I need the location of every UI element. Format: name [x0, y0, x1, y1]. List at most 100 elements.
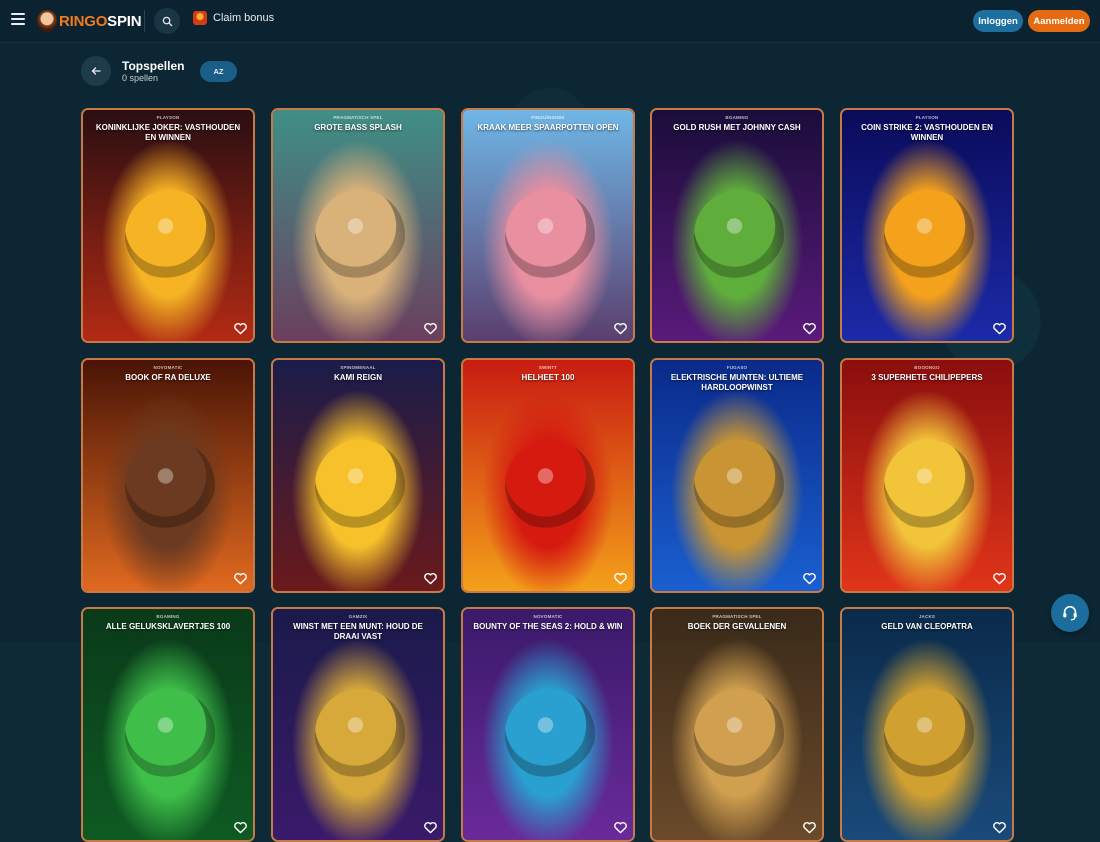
game-card[interactable]: GAMZIX WINST MET EEN MUNT: HOUD DE DRAAI … — [271, 607, 445, 842]
game-card[interactable]: PRAGMATISCH SPEL GROTE BASS SPLASH — [271, 108, 445, 343]
logo-text-ringo: RINGO — [59, 12, 108, 30]
game-card[interactable]: PRAGMATISCH SPEL BOEK DER GEVALLENEN — [650, 607, 824, 842]
favorite-heart-icon[interactable] — [233, 321, 248, 336]
game-card[interactable]: BOOONGO 3 SUPERHETE CHILIPEPERS — [840, 358, 1014, 593]
game-card[interactable]: BGAMING ALLE GELUKSKLAVERTJES 100 — [81, 607, 255, 842]
game-provider: PLAYSON — [915, 115, 939, 120]
game-character-graphic — [315, 440, 405, 530]
game-card[interactable]: NOVOMATIC BOUNTY OF THE SEAS 2: HOLD & WI… — [461, 607, 635, 842]
header-divider — [144, 10, 145, 32]
game-title: 3 SUPERHETE CHILIPEPERS — [871, 373, 983, 382]
game-artwork — [652, 360, 822, 591]
game-provider: GAMZIX — [348, 614, 368, 619]
game-title: BOUNTY OF THE SEAS 2: HOLD & WIN — [473, 622, 623, 631]
game-artwork — [463, 360, 633, 591]
game-provider: PINGUÏNGINIE — [531, 115, 565, 120]
game-provider: BOOONGO — [914, 365, 940, 370]
support-chat-button[interactable] — [1051, 594, 1089, 632]
game-provider: PRAGMATISCH SPEL — [712, 614, 762, 619]
game-title: ELEKTRISCHE MUNTEN: ULTIEME HARDLOOPWINS… — [670, 373, 804, 392]
game-card[interactable]: NOVOMATIC BOOK OF RA DELUXE — [81, 358, 255, 593]
game-title: BOEK DER GEVALLENEN — [687, 622, 787, 631]
game-title: KONINKLIJKE JOKER: VASTHOUDEN EN WINNEN — [95, 123, 241, 142]
game-title: WINST MET EEN MUNT: HOUD DE DRAAI VAST — [293, 622, 423, 641]
game-provider: SPINOMENAAL — [340, 365, 376, 370]
game-title: BOOK OF RA DELUXE — [125, 373, 211, 382]
game-provider: BGAMING — [725, 115, 749, 120]
game-card[interactable]: JACKS GELD VAN CLEOPATRA — [840, 607, 1014, 842]
top-navigation-bar: RINGOSPIN Claim bonus Inloggen Aanmelden — [0, 0, 1100, 42]
game-character-graphic — [694, 689, 784, 779]
game-artwork — [652, 110, 822, 341]
game-artwork — [463, 110, 633, 341]
game-provider: FUGASO — [726, 365, 748, 370]
game-card[interactable]: PLAYSON COIN STRIKE 2: VASTHOUDEN EN WINN… — [840, 108, 1014, 343]
favorite-heart-icon[interactable] — [613, 321, 628, 336]
game-card[interactable]: PINGUÏNGINIE KRAAK MEER SPAARPOTTEN OPEN — [461, 108, 635, 343]
game-title: GELD VAN CLEOPATRA — [881, 622, 973, 631]
game-provider: NOVOMATIC — [153, 365, 183, 370]
game-title: HELHEET 100 — [521, 373, 575, 382]
favorite-heart-icon[interactable] — [233, 820, 248, 835]
game-card[interactable]: FUGASO ELEKTRISCHE MUNTEN: ULTIEME HARDLO… — [650, 358, 824, 593]
search-button[interactable] — [154, 8, 180, 34]
game-character-graphic — [125, 440, 215, 530]
game-artwork — [842, 360, 1012, 591]
claim-bonus-link[interactable]: Claim bonus — [193, 11, 274, 25]
game-character-graphic — [884, 689, 974, 779]
game-character-graphic — [315, 190, 405, 280]
game-character-graphic — [694, 440, 784, 530]
signup-button[interactable]: Aanmelden — [1028, 10, 1090, 32]
favorite-heart-icon[interactable] — [992, 571, 1007, 586]
game-artwork — [273, 110, 443, 341]
game-artwork — [83, 110, 253, 341]
game-character-graphic — [505, 190, 595, 280]
favorite-heart-icon[interactable] — [423, 571, 438, 586]
game-card[interactable]: SPINOMENAAL KAMI REIGN — [271, 358, 445, 593]
favorite-heart-icon[interactable] — [802, 321, 817, 336]
game-title: KRAAK MEER SPAARPOTTEN OPEN — [477, 123, 619, 132]
favorite-heart-icon[interactable] — [423, 321, 438, 336]
game-artwork — [83, 609, 253, 840]
search-icon — [162, 16, 172, 26]
game-artwork — [83, 360, 253, 591]
game-character-graphic — [694, 190, 784, 280]
game-title: COIN STRIKE 2: VASTHOUDEN EN WINNEN — [861, 123, 993, 142]
game-character-graphic — [315, 689, 405, 779]
back-button[interactable] — [81, 56, 111, 86]
claim-bonus-label: Claim bonus — [213, 12, 275, 24]
favorite-heart-icon[interactable] — [992, 820, 1007, 835]
login-button[interactable]: Inloggen — [973, 10, 1023, 32]
favorite-heart-icon[interactable] — [802, 820, 817, 835]
game-card[interactable]: SWINTT HELHEET 100 — [461, 358, 635, 593]
logo-mascot-icon — [37, 10, 57, 32]
favorite-heart-icon[interactable] — [233, 571, 248, 586]
favorite-heart-icon[interactable] — [423, 820, 438, 835]
game-title: KAMI REIGN — [334, 373, 382, 382]
logo-text: RINGOSPIN — [59, 12, 142, 30]
favorite-heart-icon[interactable] — [613, 820, 628, 835]
game-title: ALLE GELUKSKLAVERTJES 100 — [105, 622, 231, 631]
game-provider: NOVOMATIC — [533, 614, 563, 619]
game-title: GOLD RUSH MET JOHNNY CASH — [673, 123, 801, 132]
arrow-left-icon — [91, 67, 101, 75]
game-count: 0 spellen — [122, 73, 159, 83]
game-character-graphic — [884, 190, 974, 280]
game-card[interactable]: PLAYSON KONINKLIJKE JOKER: VASTHOUDEN EN … — [81, 108, 255, 343]
game-character-graphic — [125, 190, 215, 280]
game-character-graphic — [884, 440, 974, 530]
game-artwork — [463, 609, 633, 840]
game-card[interactable]: BGAMING GOLD RUSH MET JOHNNY CASH — [650, 108, 824, 343]
site-logo[interactable]: RINGOSPIN — [37, 8, 142, 34]
game-provider: BGAMING — [156, 614, 180, 619]
game-provider: SWINTT — [538, 365, 558, 370]
game-character-graphic — [125, 689, 215, 779]
hamburger-menu-icon[interactable] — [11, 13, 25, 25]
favorite-heart-icon[interactable] — [992, 321, 1007, 336]
page-title: Topspellen — [122, 59, 185, 73]
favorite-heart-icon[interactable] — [802, 571, 817, 586]
game-artwork — [842, 110, 1012, 341]
sort-az-button[interactable]: AZ — [200, 61, 237, 82]
logo-text-spin: SPIN — [107, 12, 142, 30]
favorite-heart-icon[interactable] — [613, 571, 628, 586]
